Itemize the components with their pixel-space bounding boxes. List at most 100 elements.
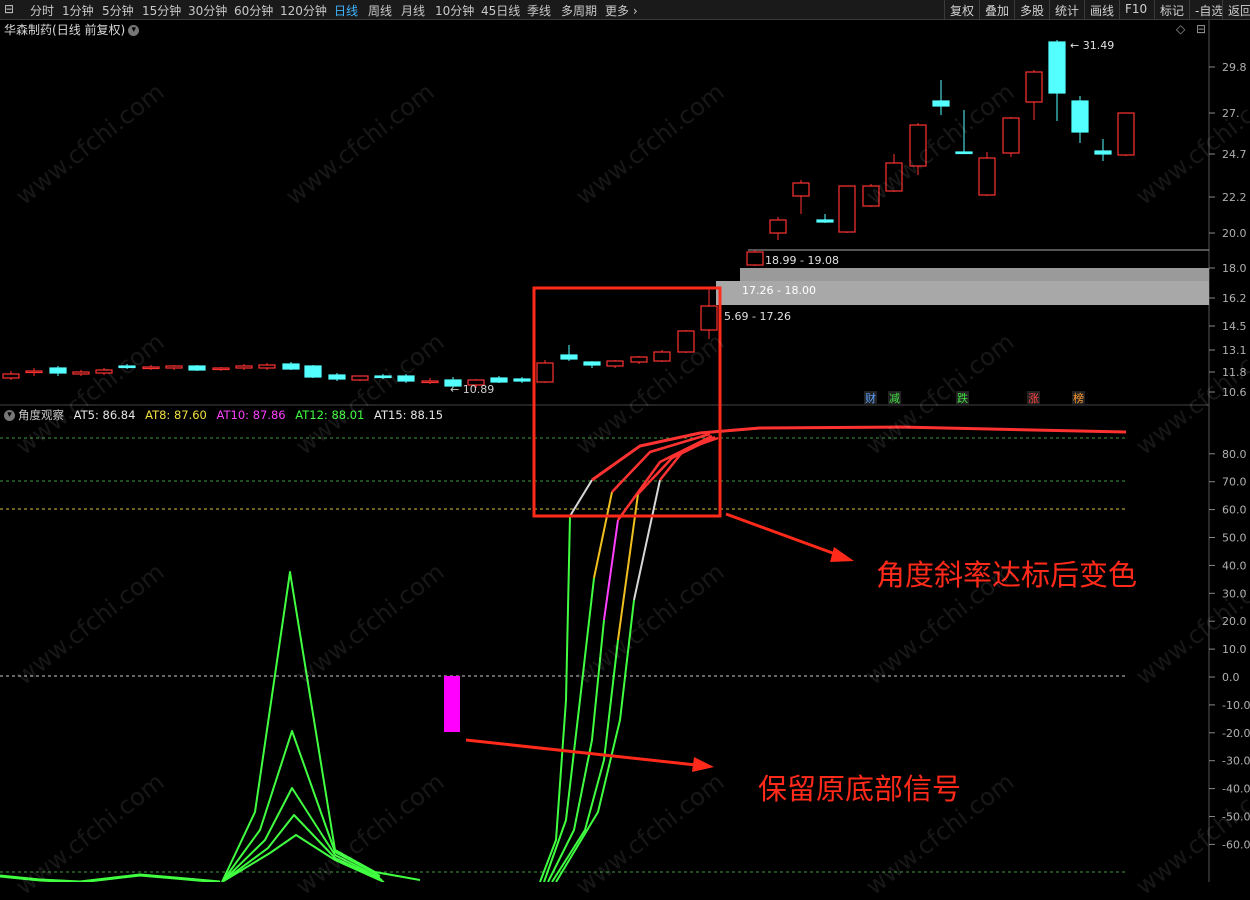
candle-up (746, 251, 764, 266)
indicator-tick-label: -60.0 (1222, 838, 1250, 851)
price-tick-label: 10.6 (1222, 386, 1247, 399)
price-tick-label: 22.2 (1222, 191, 1247, 204)
low-price-label: ← 10.89 (450, 383, 494, 396)
event-tag: 财 (865, 391, 876, 405)
candle-up (978, 157, 996, 196)
candle-up (2, 373, 20, 379)
indicator-tick-label: 50.0 (1222, 532, 1247, 545)
volume-band-label: 17.26 - 18.00 (742, 284, 816, 297)
legend-at8: AT8: 87.60 (145, 408, 207, 422)
indicator-baseline (0, 873, 221, 882)
candle-up (95, 369, 113, 374)
candle-down (304, 365, 322, 378)
candle-up (769, 219, 787, 234)
candle-up (677, 330, 695, 353)
high-price-label: ← 31.49 (1070, 39, 1114, 52)
annotation-bottom-signal: 保留原底部信号 (758, 772, 962, 806)
at5-rise-green (539, 515, 571, 882)
candle-down (49, 367, 67, 374)
at5-red (591, 425, 1127, 482)
indicator-tick-label: -30.0 (1222, 755, 1250, 768)
at10-transition (603, 519, 619, 621)
candle-up (885, 162, 903, 192)
legend-at5: AT5: 86.84 (73, 408, 136, 422)
candle-up (142, 366, 160, 370)
candle-up (606, 360, 624, 367)
candle-up (1002, 117, 1020, 154)
indicator-tick-label: 80.0 (1222, 448, 1247, 461)
price-tick-label: 20.0 (1222, 227, 1247, 240)
arrow-signal-line (465, 738, 697, 767)
candle-up (700, 305, 718, 331)
indicator-tick-label: -50.0 (1222, 811, 1250, 824)
indicator-tick-label: 60.0 (1222, 504, 1247, 517)
legend-at12: AT12: 88.01 (295, 408, 365, 422)
price-tick-label: 24.7 (1222, 148, 1247, 161)
price-tick-label: 14.5 (1222, 320, 1247, 333)
at5-spike (221, 571, 421, 882)
at8-rise-green (543, 577, 595, 882)
indicator-tick-label: -20.0 (1222, 727, 1250, 740)
event-tag: 减 (889, 392, 900, 405)
candle-down (188, 365, 206, 371)
at5-transition (569, 479, 593, 517)
kline-chart: 29.8 27. 24.7 22.2 20.0 18.0 16.2 14.5 13.1 11.8 1… (0, 20, 1250, 882)
candle-up (351, 375, 369, 381)
candle-up (25, 370, 43, 374)
candle-up (653, 351, 671, 362)
candle-down (932, 100, 950, 107)
candle-up (165, 365, 183, 369)
candle-up (536, 362, 554, 383)
candle-up (792, 182, 810, 197)
candle-down (513, 378, 531, 382)
event-tag: 跌 (957, 391, 968, 405)
candle-down (955, 151, 973, 155)
candle-down (118, 365, 136, 369)
price-tick-label: 27. (1222, 107, 1240, 120)
candle-down (1071, 100, 1089, 133)
arrow-signal-head (692, 757, 714, 772)
legend-at10: AT10: 87.86 (216, 408, 286, 422)
indicator-tick-label: 10.0 (1222, 643, 1247, 656)
candle-up (909, 124, 927, 167)
candle-up (630, 356, 648, 363)
candle-down (560, 354, 578, 360)
arrow-angle-head (830, 547, 854, 562)
candle-down (816, 219, 834, 223)
candle-up (1117, 112, 1135, 156)
price-tick-label: 13.1 (1222, 344, 1247, 357)
indicator-tick-label: 30.0 (1222, 587, 1247, 600)
at8-transition (593, 491, 613, 579)
candle-down (490, 377, 508, 383)
indicator-name: 角度观察 (18, 408, 64, 422)
price-tick-label: 11.8 (1222, 366, 1247, 379)
candle-up (258, 364, 276, 369)
price-tick-label: 18.0 (1222, 262, 1247, 275)
indicator-legend: ▾ 角度观察 AT5: 86.84 AT8: 87.60 AT10: 87.86 … (4, 407, 449, 423)
indicator-tick-label: 40.0 (1222, 559, 1247, 572)
indicator-tick-label: 20.0 (1222, 615, 1247, 628)
candle-down (1094, 150, 1112, 155)
at12-red (637, 435, 716, 495)
candle-up (862, 185, 880, 207)
volume-band-label: 5.69 - 17.26 (724, 310, 791, 323)
event-tag: 榜 (1073, 391, 1084, 405)
legend-at15: AT15: 88.15 (374, 408, 444, 422)
candle-down (374, 375, 392, 379)
volume-band-label: 18.99 - 19.08 (765, 254, 839, 267)
highlight-box (532, 286, 722, 518)
arrow-angle-line (725, 512, 839, 557)
candle-down (583, 361, 601, 366)
collapse-icon[interactable]: ▾ (4, 410, 15, 421)
indicator-tick-label: -40.0 (1222, 783, 1250, 796)
price-tick-label: 29.8 (1222, 61, 1247, 74)
annotation-angle-change: 角度斜率达标后变色 (876, 558, 1138, 592)
candle-up (235, 365, 253, 369)
candle-down (328, 374, 346, 380)
event-tag: 涨 (1028, 392, 1039, 405)
candle-up (838, 185, 856, 233)
indicator-tick-label: -10.0 (1222, 699, 1250, 712)
indicator-tick-label: 70.0 (1222, 476, 1247, 489)
candle-down (282, 363, 300, 370)
candle-up (72, 371, 90, 375)
